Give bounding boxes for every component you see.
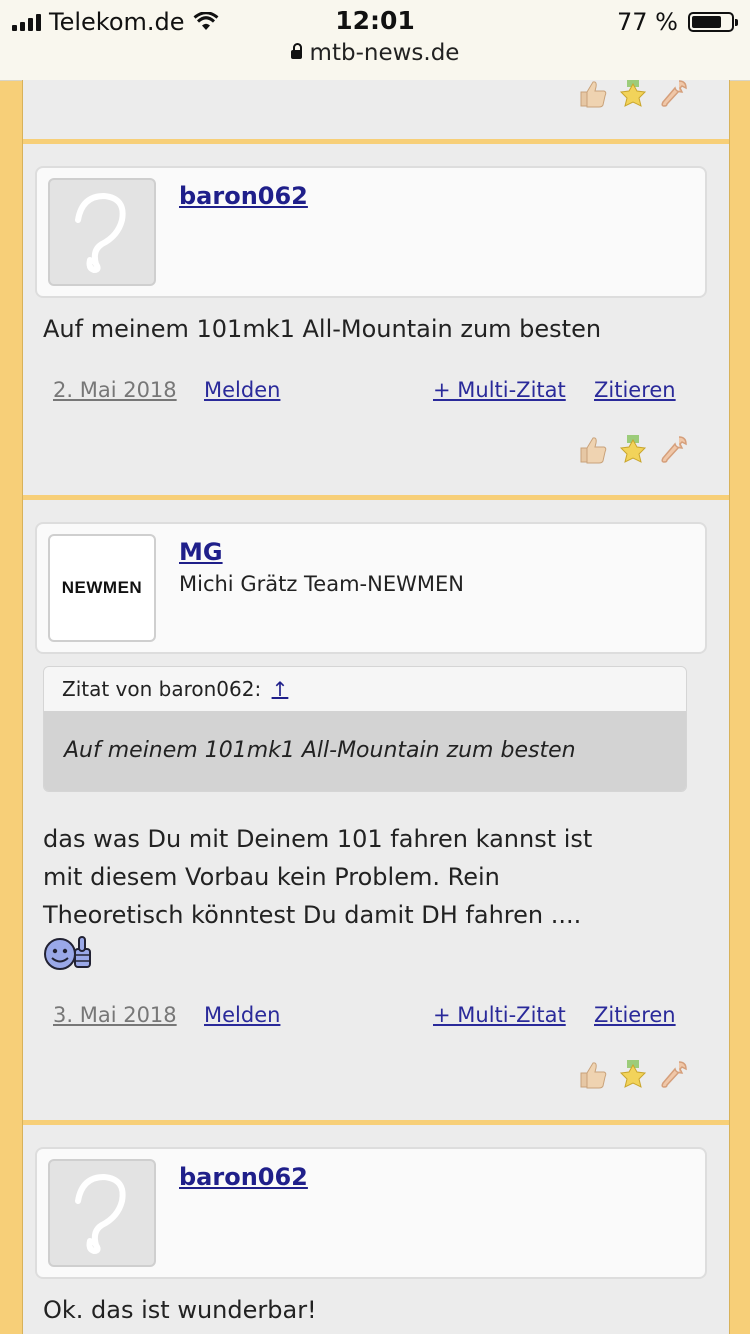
multi-quote-link[interactable]: + Multi-Zitat bbox=[433, 1003, 566, 1027]
post-author-card: baron062 bbox=[35, 1147, 707, 1279]
post-date[interactable]: 3. Mai 2018 bbox=[53, 1003, 177, 1027]
multi-quote-link[interactable]: + Multi-Zitat bbox=[433, 378, 566, 402]
quote-block: Zitat von baron062: ↑ Auf meinem 101mk1 … bbox=[43, 666, 687, 792]
post-date[interactable]: 2. Mai 2018 bbox=[53, 378, 177, 402]
post-separator bbox=[23, 495, 729, 500]
thumbs-up-icon[interactable] bbox=[577, 1059, 609, 1091]
username-link[interactable]: baron062 bbox=[179, 1163, 308, 1191]
wrench-icon[interactable] bbox=[657, 1059, 689, 1091]
default-avatar[interactable] bbox=[48, 1159, 156, 1267]
message-line: das was Du mit Deinem 101 fahren kannst … bbox=[43, 825, 593, 853]
post-author-card: baron062 bbox=[35, 166, 707, 298]
username-link[interactable]: MG bbox=[179, 538, 223, 566]
battery-area: 77 % bbox=[617, 8, 738, 36]
quote-source: Zitat von baron062: bbox=[62, 677, 262, 701]
post-separator bbox=[23, 139, 729, 144]
post-author-card: NEWMEN MG Michi Grätz Team-NEWMEN bbox=[35, 522, 707, 654]
newmen-logo-text: NEWMEN bbox=[62, 578, 142, 597]
battery-percent: 77 % bbox=[617, 8, 678, 36]
post-message: Ok. das ist wunderbar! bbox=[43, 1296, 317, 1324]
quote-text: Auf meinem 101mk1 All-Mountain zum beste… bbox=[44, 711, 686, 791]
wrench-icon[interactable] bbox=[657, 434, 689, 466]
thumbs-up-icon[interactable] bbox=[577, 434, 609, 466]
post-message: das was Du mit Deinem 101 fahren kannst … bbox=[43, 820, 592, 934]
star-award-icon[interactable] bbox=[617, 1059, 649, 1091]
star-award-icon[interactable] bbox=[617, 434, 649, 466]
report-link[interactable]: Melden bbox=[204, 378, 280, 402]
post-message: Auf meinem 101mk1 All-Mountain zum beste… bbox=[43, 315, 602, 343]
reaction-bar[interactable] bbox=[577, 1058, 689, 1092]
battery-icon bbox=[688, 12, 738, 32]
message-line: Theoretisch könntest Du damit DH fahren … bbox=[43, 901, 582, 929]
url-text: mtb-news.de bbox=[309, 40, 460, 66]
quote-link[interactable]: Zitieren bbox=[594, 378, 676, 402]
quote-link[interactable]: Zitieren bbox=[594, 1003, 676, 1027]
username-link[interactable]: baron062 bbox=[179, 182, 308, 210]
report-link[interactable]: Melden bbox=[204, 1003, 280, 1027]
message-line: mit diesem Vorbau kein Problem. Rein bbox=[43, 863, 500, 891]
default-avatar[interactable] bbox=[48, 178, 156, 286]
ios-status-bar: Telekom.de 12:01 77 % mtb-news.de bbox=[0, 0, 750, 81]
thread-content[interactable]: baron062 Auf meinem 101mk1 All-Mountain … bbox=[22, 80, 730, 1334]
thumbs-up-icon[interactable] bbox=[577, 80, 609, 110]
star-award-icon[interactable] bbox=[617, 80, 649, 110]
thumbs-up-smiley-icon bbox=[44, 936, 91, 970]
wrench-icon[interactable] bbox=[657, 80, 689, 110]
user-title: Michi Grätz Team-NEWMEN bbox=[179, 572, 464, 596]
address-bar[interactable]: mtb-news.de bbox=[0, 40, 750, 66]
quote-jump-arrow-icon[interactable]: ↑ bbox=[272, 677, 289, 701]
quote-header: Zitat von baron062: ↑ bbox=[44, 667, 686, 711]
newmen-logo-avatar[interactable]: NEWMEN bbox=[48, 534, 156, 642]
reaction-bar[interactable] bbox=[577, 433, 689, 467]
post-separator bbox=[23, 1120, 729, 1125]
lock-icon bbox=[290, 43, 302, 59]
reaction-bar-previous[interactable] bbox=[577, 80, 689, 111]
